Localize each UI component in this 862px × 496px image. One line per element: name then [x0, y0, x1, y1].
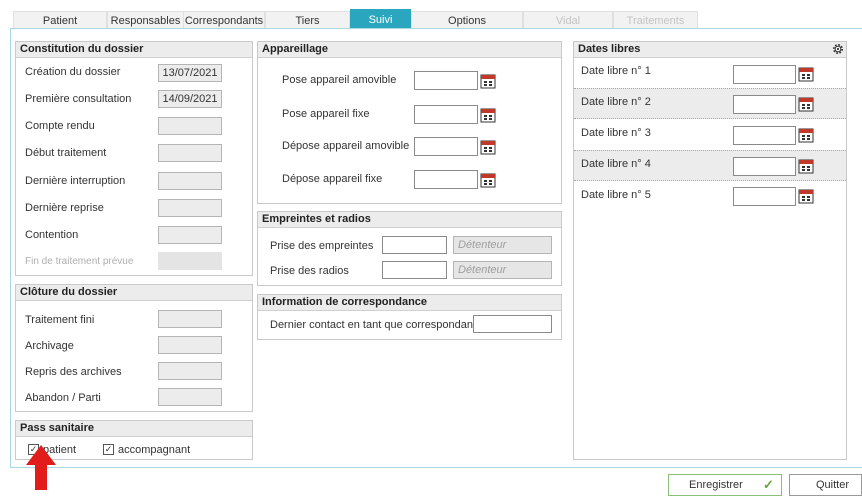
depose-fixe-field[interactable]: [414, 170, 478, 189]
repris-archives-field[interactable]: [158, 362, 222, 380]
red-up-arrow: [26, 445, 56, 490]
tab-patient[interactable]: Patient: [13, 11, 107, 29]
detenteur-radios-field[interactable]: Détenteur: [453, 261, 552, 279]
date-libre-2-label: Date libre n° 2: [581, 96, 651, 108]
archivage-field[interactable]: [158, 336, 222, 354]
date-libre-4-field[interactable]: [733, 157, 796, 176]
accompagnant-checkbox-label: accompagnant: [118, 444, 191, 456]
panel-title: Constitution du dossier: [16, 42, 252, 58]
gear-icon[interactable]: [832, 43, 844, 55]
tab-options[interactable]: Options: [411, 11, 523, 29]
calendar-icon[interactable]: [798, 188, 814, 204]
prise-empreintes-field[interactable]: [382, 236, 447, 254]
tab-traitements: Traitements: [613, 11, 698, 29]
calendar-icon[interactable]: [480, 139, 496, 155]
date-libre-3-label: Date libre n° 3: [581, 127, 651, 139]
tab-vidal: Vidal: [523, 11, 613, 29]
panel-title: Pass sanitaire: [16, 421, 252, 437]
traitement-fini-label: Traitement fini: [25, 314, 95, 326]
tab-bar: Patient Responsables Correspondants Tier…: [0, 0, 862, 29]
pose-fixe-field[interactable]: [414, 105, 478, 124]
panel-title: Clôture du dossier: [16, 285, 252, 301]
calendar-icon[interactable]: [798, 158, 814, 174]
creation-label: Création du dossier: [25, 66, 121, 78]
debut-traitement-field[interactable]: [158, 144, 222, 162]
calendar-icon[interactable]: [480, 172, 496, 188]
prise-radios-field[interactable]: [382, 261, 447, 279]
dernier-contact-label: Dernier contact en tant que correspondan…: [270, 319, 477, 331]
date-libre-5-field[interactable]: [733, 187, 796, 206]
tab-suivi[interactable]: Suivi: [350, 9, 411, 29]
check-icon: ✓: [104, 444, 113, 454]
prise-radios-label: Prise des radios: [270, 265, 349, 277]
dernier-contact-field[interactable]: [473, 315, 552, 333]
depose-amovible-label: Dépose appareil amovible: [282, 140, 410, 152]
calendar-icon[interactable]: [480, 73, 496, 89]
panel-title: Appareillage: [258, 42, 561, 58]
compte-rendu-label: Compte rendu: [25, 120, 95, 132]
calendar-icon[interactable]: [798, 96, 814, 112]
quit-button-label: Quitter: [816, 479, 850, 491]
traitement-fini-field[interactable]: [158, 310, 222, 328]
date-libre-1-field[interactable]: [733, 65, 796, 84]
archivage-label: Archivage: [25, 340, 74, 352]
accompagnant-checkbox[interactable]: ✓: [103, 444, 114, 455]
check-icon: ✓: [763, 477, 774, 492]
contention-field[interactable]: [158, 226, 222, 244]
panel-title: Dates libres: [574, 42, 846, 58]
derniere-reprise-label: Dernière reprise: [25, 202, 104, 214]
tab-tiers[interactable]: Tiers: [265, 11, 350, 29]
panel-title: Information de correspondance: [258, 295, 561, 311]
pose-amovible-label: Pose appareil amovible: [282, 74, 397, 86]
panel-title: Empreintes et radios: [258, 212, 561, 228]
fin-traitement-field: [158, 252, 222, 270]
date-libre-3-field[interactable]: [733, 126, 796, 145]
derniere-reprise-field[interactable]: [158, 199, 222, 217]
derniere-interruption-label: Dernière interruption: [25, 175, 126, 187]
depose-amovible-field[interactable]: [414, 137, 478, 156]
save-button-label: Enregistrer: [689, 479, 743, 491]
fin-traitement-label: Fin de traitement prévue: [25, 256, 134, 267]
creation-date-field[interactable]: 13/07/2021: [158, 64, 222, 82]
tab-correspondants[interactable]: Correspondants: [183, 11, 265, 29]
detenteur-empreintes-field[interactable]: Détenteur: [453, 236, 552, 254]
date-libre-2-field[interactable]: [733, 95, 796, 114]
depose-fixe-label: Dépose appareil fixe: [282, 173, 383, 185]
contention-label: Contention: [25, 229, 79, 241]
date-libre-4-label: Date libre n° 4: [581, 158, 651, 170]
prise-empreintes-label: Prise des empreintes: [270, 240, 374, 252]
debut-traitement-label: Début traitement: [25, 147, 107, 159]
pose-fixe-label: Pose appareil fixe: [282, 108, 370, 120]
quit-button[interactable]: Quitter: [789, 474, 862, 496]
save-button[interactable]: Enregistrer ✓: [668, 474, 782, 496]
derniere-interruption-field[interactable]: [158, 172, 222, 190]
calendar-icon[interactable]: [798, 127, 814, 143]
calendar-icon[interactable]: [798, 66, 814, 82]
date-libre-5-label: Date libre n° 5: [581, 189, 651, 201]
pose-amovible-field[interactable]: [414, 71, 478, 90]
compte-rendu-field[interactable]: [158, 117, 222, 135]
calendar-icon[interactable]: [480, 107, 496, 123]
premiere-consultation-label: Première consultation: [25, 93, 132, 105]
abandon-field[interactable]: [158, 388, 222, 406]
abandon-label: Abandon / Parti: [25, 392, 101, 404]
date-libre-1-label: Date libre n° 1: [581, 65, 651, 77]
premiere-consultation-field[interactable]: 14/09/2021: [158, 90, 222, 108]
tab-responsables[interactable]: Responsables: [107, 11, 183, 29]
repris-archives-label: Repris des archives: [25, 366, 122, 378]
